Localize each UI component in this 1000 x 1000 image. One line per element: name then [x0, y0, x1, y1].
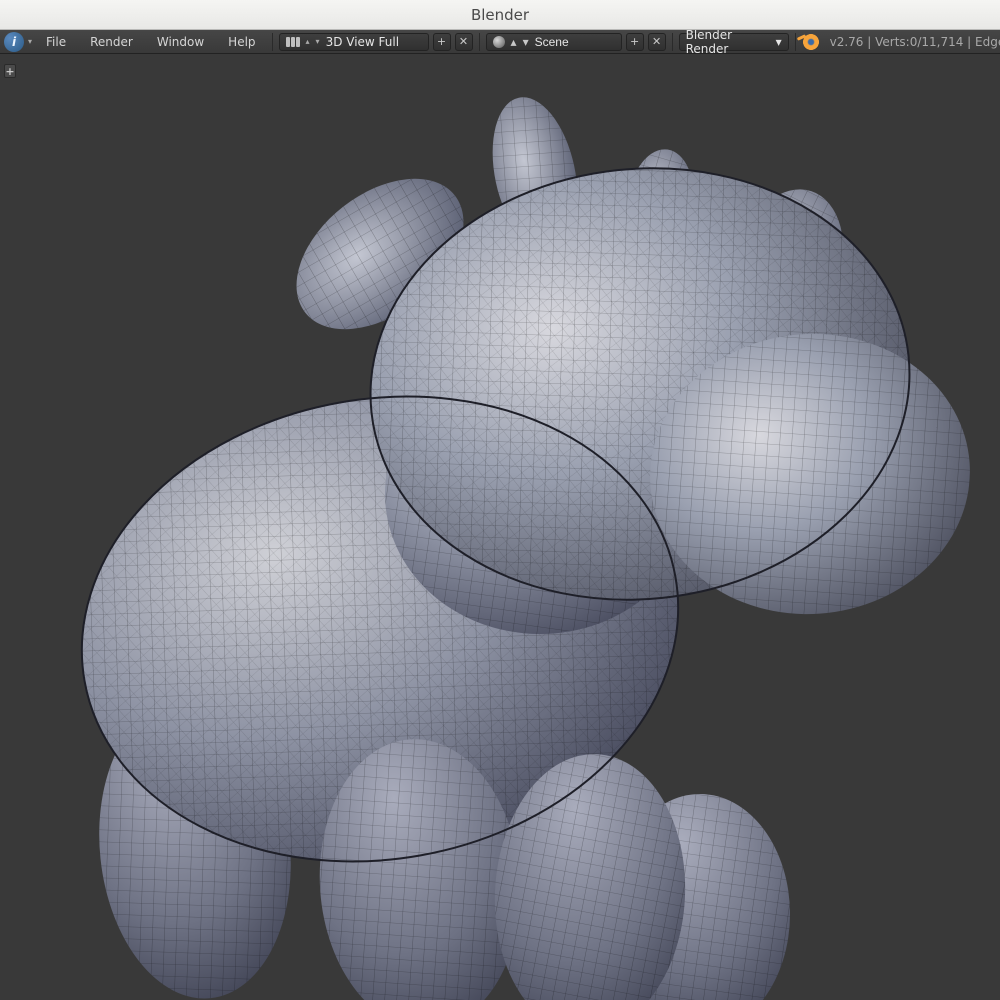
separator: [479, 33, 480, 51]
menu-help-label: Help: [228, 35, 255, 49]
stats-sep: |: [867, 35, 875, 49]
info-header: i ▾ File Render Window Help ▴ ▾ 3D View …: [0, 30, 1000, 54]
3d-viewport[interactable]: +: [0, 54, 1000, 1000]
render-engine-value: Blender Render: [686, 28, 776, 56]
menu-file[interactable]: File: [36, 30, 76, 54]
menu-render[interactable]: Render: [80, 30, 143, 54]
scene-selector[interactable]: ▴ ▾: [486, 33, 622, 51]
menu-window-label: Window: [157, 35, 204, 49]
chevron-down-icon: ▾: [776, 35, 782, 49]
chevron-down-icon: ▾: [523, 35, 529, 49]
plus-icon: +: [630, 35, 639, 48]
menu-file-label: File: [46, 35, 66, 49]
window-title: Blender: [471, 6, 529, 24]
screen-layout-value: 3D View Full: [326, 35, 400, 49]
screen-layout-delete-button[interactable]: ✕: [455, 33, 473, 51]
plus-icon: +: [437, 35, 446, 48]
menu-window[interactable]: Window: [147, 30, 214, 54]
menu-render-label: Render: [90, 35, 133, 49]
layout-icon: [286, 37, 300, 47]
chevron-up-icon: ▴: [511, 35, 517, 49]
scene-add-button[interactable]: +: [626, 33, 644, 51]
viewport-model: [0, 54, 1000, 1000]
blender-logo-icon: [802, 33, 820, 51]
window-titlebar: Blender: [0, 0, 1000, 30]
screen-layout-add-button[interactable]: +: [433, 33, 451, 51]
close-icon: ✕: [459, 35, 468, 48]
close-icon: ✕: [652, 35, 661, 48]
chevron-down-icon: ▾: [316, 37, 320, 46]
scene-name-input[interactable]: [535, 35, 615, 49]
menu-help[interactable]: Help: [218, 30, 265, 54]
version-text: v2.76: [830, 35, 864, 49]
scene-delete-button[interactable]: ✕: [648, 33, 666, 51]
screen-layout-selector[interactable]: ▴ ▾ 3D View Full: [279, 33, 429, 51]
separator: [672, 33, 673, 51]
info-glyph: i: [12, 35, 16, 49]
chevron-down-icon[interactable]: ▾: [28, 37, 32, 46]
render-engine-selector[interactable]: Blender Render ▾: [679, 33, 789, 51]
mesh-stats-text: Verts:0/11,714 | Edges:0/23,424: [875, 35, 1000, 49]
separator: [795, 33, 796, 51]
chevron-up-icon: ▴: [306, 37, 310, 46]
separator: [272, 33, 273, 51]
scene-icon: [493, 36, 505, 48]
header-stats: v2.76 | Verts:0/11,714 | Edges:0/23,424: [824, 35, 1000, 49]
editor-type-icon[interactable]: i: [4, 32, 24, 52]
